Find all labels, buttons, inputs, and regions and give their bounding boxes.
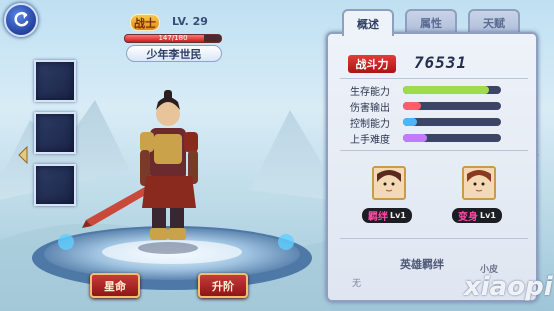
bond-relation-label: 羁绊 <box>368 212 388 223</box>
combat-power-value: 76531 <box>414 53 468 72</box>
stat-label-damage: 伤害输出 <box>350 103 390 114</box>
hero-name-plate: 少年李世民 <box>126 45 222 62</box>
panel-divider <box>340 238 528 239</box>
hero-bond-title: 英雄羁绊 <box>400 258 444 271</box>
bond-hero-portrait[interactable] <box>372 166 406 200</box>
stat-fill-difficulty <box>403 134 427 142</box>
hero-level: LV. 29 <box>172 15 208 28</box>
combat-power-label: 战斗力 <box>348 55 396 73</box>
stat-bar-survival <box>403 86 501 94</box>
stat-fill-control <box>403 118 417 126</box>
stat-bar-damage <box>403 102 501 110</box>
hero-face-icon <box>464 168 494 198</box>
bond-relation-badge: 羁绊 Lv1 <box>362 208 412 223</box>
panel-divider <box>340 78 528 79</box>
site-watermark: 小皮 xiaopi <box>440 262 553 308</box>
hero-face-icon <box>374 168 404 198</box>
transform-relation-badge: 变身 Lv1 <box>452 208 502 223</box>
return-arrow-icon <box>14 11 29 27</box>
hero-hp-text: 147/180 <box>158 34 188 42</box>
equipment-slot-3[interactable] <box>34 164 76 206</box>
hero-bond-value: 无 <box>352 279 362 289</box>
stat-bar-difficulty <box>403 134 501 142</box>
stat-label-difficulty: 上手难度 <box>350 135 390 146</box>
transform-relation-label: 变身 <box>458 212 478 223</box>
tab-attributes[interactable]: 属性 <box>405 9 457 34</box>
hero-class-badge: 战士 <box>130 14 160 31</box>
stat-fill-damage <box>403 102 421 110</box>
panel-divider <box>340 150 528 151</box>
bond-relation-level: Lv1 <box>390 211 406 220</box>
equipment-slot-1[interactable] <box>34 60 76 102</box>
previous-hero-arrow-icon[interactable] <box>17 146 29 164</box>
stat-label-control: 控制能力 <box>350 119 390 130</box>
hero-character-model[interactable] <box>80 88 230 258</box>
upgrade-rank-button[interactable]: 升阶 <box>198 273 248 298</box>
back-button[interactable] <box>4 3 38 37</box>
stat-bar-control <box>403 118 501 126</box>
stat-label-survival: 生存能力 <box>350 87 390 98</box>
transform-relation-level: Lv1 <box>480 211 496 220</box>
star-fate-button[interactable]: 星命 <box>90 273 140 298</box>
tab-overview[interactable]: 概述 <box>342 9 394 36</box>
tab-talents[interactable]: 天赋 <box>468 9 520 34</box>
equipment-slot-2[interactable] <box>34 112 76 154</box>
watermark-logo-text: xiaopi <box>464 272 553 302</box>
stat-fill-survival <box>403 86 490 94</box>
transform-hero-portrait[interactable] <box>462 166 496 200</box>
